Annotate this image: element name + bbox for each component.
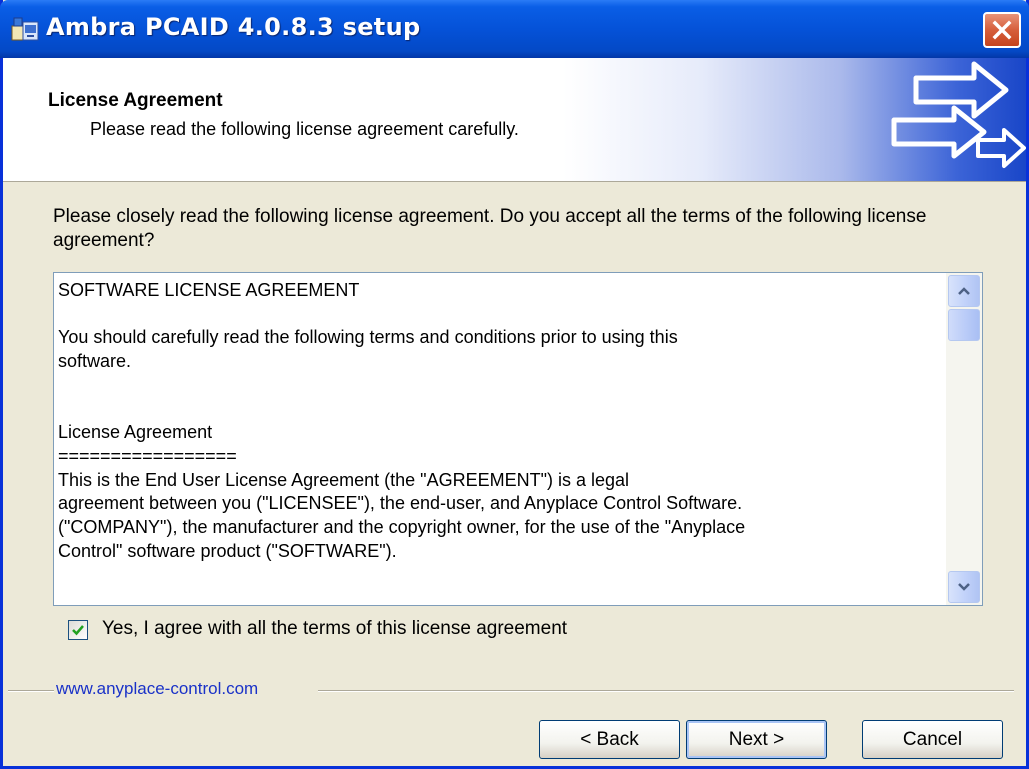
scroll-thumb[interactable] bbox=[948, 309, 980, 341]
back-button[interactable]: < Back bbox=[539, 720, 680, 759]
chevron-up-icon bbox=[958, 287, 970, 295]
license-textbox[interactable]: SOFTWARE LICENSE AGREEMENT You should ca… bbox=[53, 272, 983, 606]
scroll-up-button[interactable] bbox=[948, 275, 980, 307]
title-bar[interactable]: Ambra PCAID 4.0.8.3 setup bbox=[0, 0, 1029, 58]
checkmark-icon bbox=[72, 625, 84, 636]
setup-package-icon bbox=[10, 14, 40, 44]
license-text[interactable]: SOFTWARE LICENSE AGREEMENT You should ca… bbox=[58, 279, 938, 563]
page-subtitle: Please read the following license agreem… bbox=[90, 119, 519, 139]
chevron-down-icon bbox=[958, 583, 970, 591]
agree-checkbox[interactable] bbox=[68, 620, 88, 640]
next-button[interactable]: Next > bbox=[686, 720, 827, 759]
agree-label[interactable]: Yes, I agree with all the terms of this … bbox=[102, 618, 567, 640]
footer-divider-right bbox=[318, 690, 1014, 692]
arrows-graphic bbox=[563, 58, 1026, 181]
license-prompt: Please closely read the following licens… bbox=[53, 206, 927, 251]
footer-divider-left bbox=[8, 690, 54, 692]
page-title: License Agreement bbox=[48, 90, 223, 111]
close-button[interactable] bbox=[983, 12, 1021, 48]
scroll-down-button[interactable] bbox=[948, 571, 980, 603]
window-title: Ambra PCAID 4.0.8.3 setup bbox=[46, 13, 421, 41]
vertical-scrollbar[interactable] bbox=[946, 273, 982, 605]
cancel-button[interactable]: Cancel bbox=[862, 720, 1003, 759]
website-link[interactable]: www.anyplace-control.com bbox=[56, 679, 258, 699]
close-icon bbox=[992, 20, 1012, 40]
